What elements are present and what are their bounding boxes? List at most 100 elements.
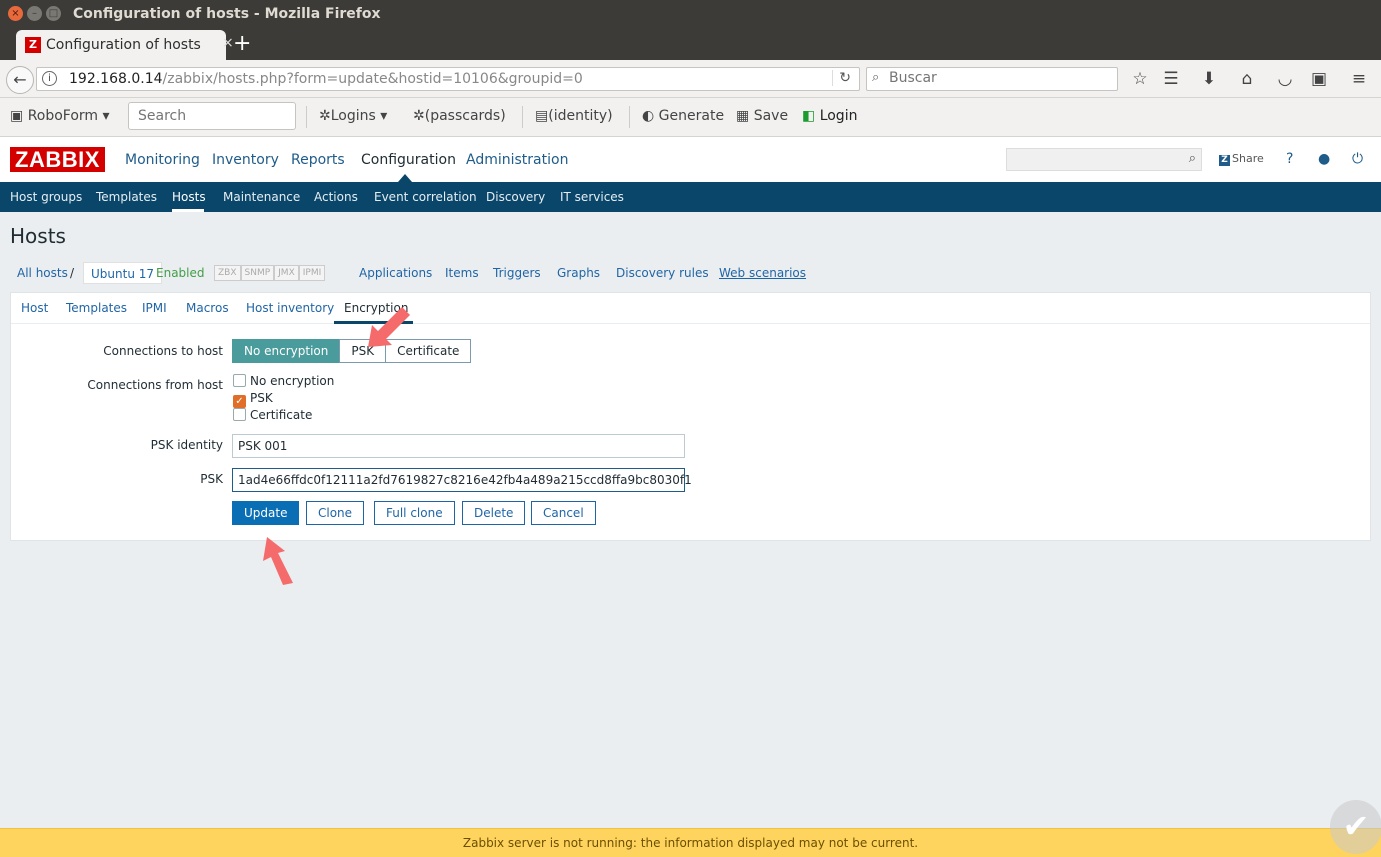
bookmark-star-icon[interactable]: ☆ bbox=[1129, 69, 1151, 89]
window-titlebar: × – □ Configuration of hosts - Mozilla F… bbox=[0, 0, 1381, 28]
roboform-search-box[interactable] bbox=[128, 102, 296, 130]
tab-host-inventory[interactable]: Host inventory bbox=[246, 301, 334, 315]
from-host-no-encryption-checkbox[interactable]: No encryption bbox=[233, 374, 334, 388]
cancel-button[interactable]: Cancel bbox=[531, 501, 596, 525]
submenu-host-groups[interactable]: Host groups bbox=[10, 190, 82, 204]
tab-templates[interactable]: Templates bbox=[66, 301, 127, 315]
roboform-passcards[interactable]: ✲(passcards) bbox=[413, 108, 506, 124]
login-icon: ◧ bbox=[802, 108, 816, 124]
tab-close-icon[interactable]: × bbox=[222, 35, 234, 51]
tab-ipmi[interactable]: IPMI bbox=[142, 301, 167, 315]
search-icon[interactable]: ⌕ bbox=[1189, 151, 1196, 166]
tab-host[interactable]: Host bbox=[21, 301, 48, 315]
browser-search-input[interactable] bbox=[889, 70, 1109, 86]
psk-input[interactable]: 1ad4e66ffdc0f12111a2fd7619827c8216e42fb4… bbox=[232, 468, 692, 492]
badge-ipmi: IPMI bbox=[298, 265, 326, 281]
host-form-panel: Host Templates IPMI Macros Host inventor… bbox=[10, 292, 1371, 541]
psk-identity-label: PSK identity bbox=[150, 438, 223, 452]
browser-tab[interactable]: Z Configuration of hosts × bbox=[16, 30, 234, 60]
menu-hamburger-icon[interactable]: ≡ bbox=[1348, 69, 1370, 89]
link-web-scenarios[interactable]: Web scenarios bbox=[719, 266, 806, 280]
menu-monitoring[interactable]: Monitoring bbox=[125, 152, 200, 168]
roboform-login-button[interactable]: ◧ Login bbox=[802, 108, 857, 124]
link-applications[interactable]: Applications bbox=[359, 266, 432, 280]
roboform-logins-menu[interactable]: ✲Logins ▾ bbox=[319, 108, 387, 124]
user-profile-icon[interactable]: ● bbox=[1318, 151, 1330, 167]
from-host-psk-checkbox[interactable]: ✓ PSK bbox=[233, 391, 273, 408]
checkbox-unchecked[interactable] bbox=[233, 374, 246, 387]
menu-inventory[interactable]: Inventory bbox=[212, 152, 279, 168]
roboform-extension-icon[interactable]: ▣ bbox=[1308, 69, 1330, 89]
psk-identity-input[interactable]: PSK 001 bbox=[232, 434, 685, 458]
sign-out-power-icon[interactable]: ⏻ bbox=[1352, 151, 1363, 167]
clone-button[interactable]: Clone bbox=[306, 501, 365, 525]
link-items[interactable]: Items bbox=[445, 266, 479, 280]
window-title: Configuration of hosts - Mozilla Firefox bbox=[73, 6, 381, 22]
roboform-identity[interactable]: ▤(identity) bbox=[535, 108, 613, 124]
host-status-enabled[interactable]: Enabled bbox=[156, 266, 205, 280]
submenu-discovery[interactable]: Discovery bbox=[486, 190, 545, 204]
delete-button[interactable]: Delete bbox=[462, 501, 526, 525]
generate-icon: ◐ bbox=[642, 108, 655, 124]
from-host-certificate-checkbox[interactable]: Certificate bbox=[233, 408, 312, 422]
availability-badges: ZBX SNMP JMX IPMI bbox=[214, 265, 326, 281]
zabbix-header: ZABBIX Monitoring Inventory Reports Conf… bbox=[0, 137, 1381, 182]
download-icon[interactable]: ⬇ bbox=[1198, 69, 1220, 89]
checkbox-unchecked[interactable] bbox=[233, 408, 246, 421]
submenu-actions[interactable]: Actions bbox=[314, 190, 358, 204]
share-link[interactable]: Z Share bbox=[1219, 152, 1264, 166]
roboform-generate-button[interactable]: ◐ Generate bbox=[642, 108, 724, 124]
zabbix-search-input[interactable]: ⌕ bbox=[1006, 148, 1202, 171]
help-icon[interactable]: ? bbox=[1286, 151, 1293, 167]
annotation-arrow-psk-icon bbox=[368, 307, 410, 347]
submenu-it-services[interactable]: IT services bbox=[560, 190, 624, 204]
server-status-warning: Zabbix server is not running: the inform… bbox=[0, 828, 1381, 857]
window-close-icon[interactable]: × bbox=[8, 6, 23, 21]
zabbix-logo[interactable]: ZABBIX bbox=[10, 147, 105, 172]
reading-list-icon[interactable]: ☰ bbox=[1160, 69, 1182, 89]
to-host-no-encryption-button[interactable]: No encryption bbox=[232, 339, 341, 363]
menu-reports[interactable]: Reports bbox=[291, 152, 345, 168]
full-clone-button[interactable]: Full clone bbox=[374, 501, 455, 525]
submenu-maintenance[interactable]: Maintenance bbox=[223, 190, 300, 204]
annotation-arrow-update-icon bbox=[263, 537, 293, 585]
browser-search-bar[interactable]: ⌕ bbox=[866, 67, 1118, 91]
reload-icon[interactable]: ↻ bbox=[832, 70, 851, 86]
badge-jmx: JMX bbox=[274, 265, 299, 281]
roboform-menu[interactable]: ▣ RoboForm ▾ bbox=[10, 108, 110, 124]
active-menu-caret bbox=[398, 174, 412, 182]
url-bar[interactable]: i 192.168.0.14/zabbix/hosts.php?form=upd… bbox=[36, 67, 860, 91]
link-discovery-rules[interactable]: Discovery rules bbox=[616, 266, 709, 280]
breadcrumb-separator: / bbox=[70, 266, 75, 280]
link-triggers[interactable]: Triggers bbox=[493, 266, 541, 280]
toolbar-divider bbox=[306, 106, 307, 128]
navigation-bar: ← i 192.168.0.14/zabbix/hosts.php?form=u… bbox=[0, 60, 1381, 98]
info-icon[interactable]: i bbox=[42, 71, 57, 86]
submenu-hosts[interactable]: Hosts bbox=[172, 190, 206, 204]
menu-configuration[interactable]: Configuration bbox=[361, 152, 456, 168]
breadcrumb-all-hosts[interactable]: All hosts bbox=[17, 266, 68, 280]
tab-macros[interactable]: Macros bbox=[186, 301, 229, 315]
submenu-event-correlation[interactable]: Event correlation bbox=[374, 190, 477, 204]
tab-strip: Z Configuration of hosts × + bbox=[0, 28, 1381, 60]
url-text[interactable]: 192.168.0.14/zabbix/hosts.php?form=updat… bbox=[69, 71, 583, 87]
update-button[interactable]: Update bbox=[232, 501, 300, 525]
connections-to-host-selector: No encryption PSK Certificate bbox=[232, 339, 472, 363]
back-arrow-icon[interactable]: ← bbox=[6, 66, 34, 94]
psk-label: PSK bbox=[200, 472, 223, 486]
tab-label: Configuration of hosts bbox=[46, 37, 201, 53]
pocket-icon[interactable]: ◡ bbox=[1274, 69, 1296, 89]
home-icon[interactable]: ⌂ bbox=[1236, 69, 1258, 89]
roboform-search-input[interactable] bbox=[138, 108, 288, 124]
menu-administration[interactable]: Administration bbox=[466, 152, 568, 168]
roboform-save-button[interactable]: ▦ Save bbox=[736, 108, 788, 124]
new-tab-icon[interactable]: + bbox=[233, 31, 251, 56]
breadcrumb-host[interactable]: Ubuntu 17 bbox=[83, 262, 163, 284]
link-graphs[interactable]: Graphs bbox=[557, 266, 600, 280]
checkbox-checked-icon[interactable]: ✓ bbox=[233, 395, 246, 408]
submenu-templates[interactable]: Templates bbox=[96, 190, 157, 204]
window-minimize-icon[interactable]: – bbox=[27, 6, 42, 21]
configuration-submenu: Host groups Templates Hosts Maintenance … bbox=[0, 182, 1381, 212]
window-maximize-icon[interactable]: □ bbox=[46, 6, 61, 21]
page-title: Hosts bbox=[10, 224, 66, 248]
